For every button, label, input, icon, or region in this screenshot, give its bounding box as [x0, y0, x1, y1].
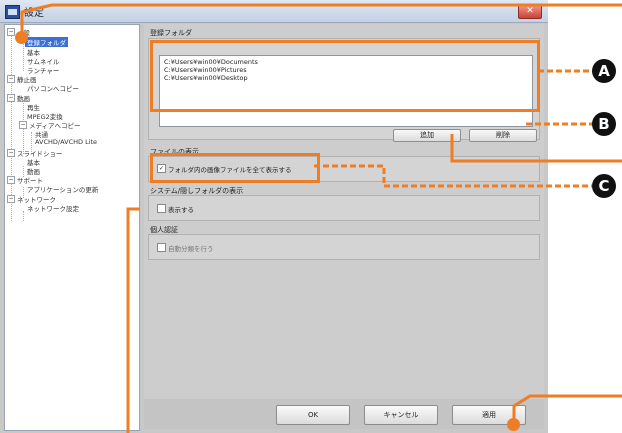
callout-dot-general	[15, 31, 28, 44]
callout-line-hidden	[126, 207, 140, 433]
callout-line-apply	[512, 394, 622, 427]
callout-line-c	[314, 164, 592, 188]
marker-c: C	[592, 174, 616, 198]
callout-line-add	[450, 134, 622, 163]
marker-a: A	[592, 59, 616, 83]
callout-lines	[20, 3, 622, 433]
callout-dot-apply	[507, 418, 520, 431]
marker-b: B	[592, 112, 616, 136]
callout-line-general	[20, 3, 622, 38]
